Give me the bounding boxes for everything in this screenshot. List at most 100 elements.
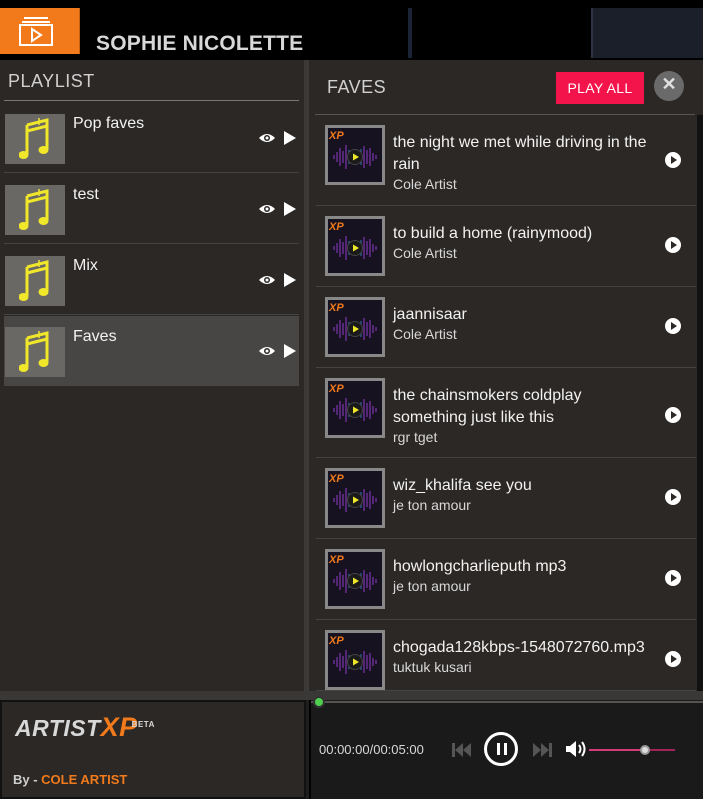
playlist-item[interactable]: Faves xyxy=(4,316,299,386)
svg-text:XP: XP xyxy=(328,554,344,566)
svg-text:XP: XP xyxy=(328,473,344,485)
song-item[interactable]: XP jaannisaar Cole Artist xyxy=(316,287,696,368)
footer-divider xyxy=(0,691,703,700)
svg-text:XP: XP xyxy=(328,221,344,233)
song-item[interactable]: XP wiz_khalifa see you je ton amour xyxy=(316,458,696,539)
play-icon[interactable] xyxy=(283,343,297,359)
xp-waveform-logo: XP xyxy=(328,302,377,341)
song-title: wiz_khalifa see you xyxy=(393,477,532,494)
credit-line: By - COLE ARTIST xyxy=(13,772,128,787)
song-item[interactable]: XP the night we met while driving in the … xyxy=(316,115,696,206)
xp-waveform-logo: XP xyxy=(328,635,377,674)
faves-heading: FAVES xyxy=(327,77,387,97)
view-eye-icon[interactable] xyxy=(258,132,276,144)
playlist-thumbnail xyxy=(5,327,65,377)
xp-waveform-logo: XP xyxy=(328,383,377,422)
progress-bar[interactable] xyxy=(311,696,703,708)
play-icon[interactable] xyxy=(283,272,297,288)
song-item[interactable]: XP to build a home (rainymood) Cole Artist xyxy=(316,206,696,287)
svg-text:XP: XP xyxy=(328,130,344,142)
playlist-item-label: Pop faves xyxy=(73,115,145,132)
song-artist: je ton amour xyxy=(393,497,471,513)
song-item[interactable]: XP howlongcharlieputh mp3 je ton amour xyxy=(316,539,696,620)
song-artist: tuktuk kusari xyxy=(393,659,472,675)
playlist-item-label: Mix xyxy=(73,257,98,274)
song-title: chogada128kbps-1548072760.mp3 xyxy=(393,639,645,656)
svg-text:XP: XP xyxy=(328,302,344,314)
song-artwork: XP xyxy=(325,468,385,528)
view-eye-icon[interactable] xyxy=(258,274,276,286)
song-artwork: XP xyxy=(325,378,385,438)
volume-slider[interactable] xyxy=(589,745,675,755)
song-artist: Cole Artist xyxy=(393,176,457,192)
song-play-button[interactable] xyxy=(665,570,681,586)
progress-handle[interactable] xyxy=(313,696,325,708)
playlist-item[interactable]: Mix xyxy=(4,245,299,315)
header-panel xyxy=(413,8,590,58)
view-eye-icon[interactable] xyxy=(258,203,276,215)
brand-panel: ARTISTXPBETA By - COLE ARTIST xyxy=(0,700,306,799)
song-item[interactable]: XP chogada128kbps-1548072760.mp3 tuktuk ku… xyxy=(316,620,696,691)
music-notes-icon xyxy=(19,189,49,230)
song-artwork: XP xyxy=(325,216,385,276)
play-icon[interactable] xyxy=(283,130,297,146)
credit-artist-link[interactable]: COLE ARTIST xyxy=(41,772,127,787)
song-play-button[interactable] xyxy=(665,407,681,423)
playlist-item-label: test xyxy=(73,186,99,203)
xp-waveform-logo: XP xyxy=(328,221,377,260)
music-notes-icon xyxy=(19,260,49,301)
artistxp-logo: ARTISTXPBETA xyxy=(15,712,155,742)
song-title: the chainsmokers coldplay something just… xyxy=(393,387,582,426)
playlist-item[interactable]: test xyxy=(4,174,299,244)
playlist-thumbnail xyxy=(5,114,65,164)
volume-icon[interactable] xyxy=(565,740,587,758)
faves-panel: FAVES PLAY ALL ✕ XP the night we met whil… xyxy=(309,60,703,691)
song-play-button[interactable] xyxy=(665,318,681,334)
playlist-item[interactable]: Pop faves xyxy=(4,103,299,173)
song-artist: je ton amour xyxy=(393,578,471,594)
song-artwork: XP xyxy=(325,125,385,185)
play-all-button[interactable]: PLAY ALL xyxy=(556,72,644,104)
volume-handle[interactable] xyxy=(639,745,650,755)
song-title: jaannisaar xyxy=(393,306,467,323)
music-notes-icon xyxy=(19,331,49,372)
play-icon[interactable] xyxy=(283,201,297,217)
song-title: the night we met while driving in the ra… xyxy=(393,134,647,173)
song-play-button[interactable] xyxy=(665,152,681,168)
music-notes-icon xyxy=(19,118,49,159)
playlist-heading: PLAYLIST xyxy=(8,71,95,91)
divider xyxy=(4,100,299,101)
time-readout: 00:00:00/00:05:00 xyxy=(319,742,424,757)
song-artwork: XP xyxy=(325,297,385,357)
song-artist: Cole Artist xyxy=(393,245,457,261)
song-artist: Cole Artist xyxy=(393,326,457,342)
xp-waveform-logo: XP xyxy=(328,554,377,593)
close-button[interactable]: ✕ xyxy=(654,71,684,101)
playlist-thumbnail xyxy=(5,256,65,306)
header-divider xyxy=(408,8,412,58)
top-bar: SOPHIE NICOLETTE xyxy=(0,0,703,60)
song-title: howlongcharlieputh mp3 xyxy=(393,558,567,575)
song-item[interactable]: XP the chainsmokers coldplay something ju… xyxy=(316,368,696,458)
song-artist: rgr tget xyxy=(393,429,438,445)
pause-button[interactable] xyxy=(484,732,518,766)
scrollbar[interactable] xyxy=(697,115,703,691)
playlist-thumbnail xyxy=(5,185,65,235)
song-artwork: XP xyxy=(325,549,385,609)
close-icon: ✕ xyxy=(661,74,677,94)
previous-icon[interactable] xyxy=(452,742,472,758)
song-title: to build a home (rainymood) xyxy=(393,225,593,242)
header-panel xyxy=(593,8,703,58)
xp-waveform-logo: XP xyxy=(328,130,377,169)
song-artwork: XP xyxy=(325,630,385,690)
song-play-button[interactable] xyxy=(665,651,681,667)
user-name: SOPHIE NICOLETTE xyxy=(96,32,304,55)
audio-player: 00:00:00/00:05:00 xyxy=(309,696,703,799)
song-play-button[interactable] xyxy=(665,237,681,253)
volume-level xyxy=(589,749,645,751)
next-icon[interactable] xyxy=(532,742,552,758)
song-play-button[interactable] xyxy=(665,489,681,505)
playlist-panel: PLAYLIST Pop faves test Mix Faves xyxy=(0,60,306,691)
playlist-menu-button[interactable] xyxy=(0,8,80,54)
view-eye-icon[interactable] xyxy=(258,345,276,357)
